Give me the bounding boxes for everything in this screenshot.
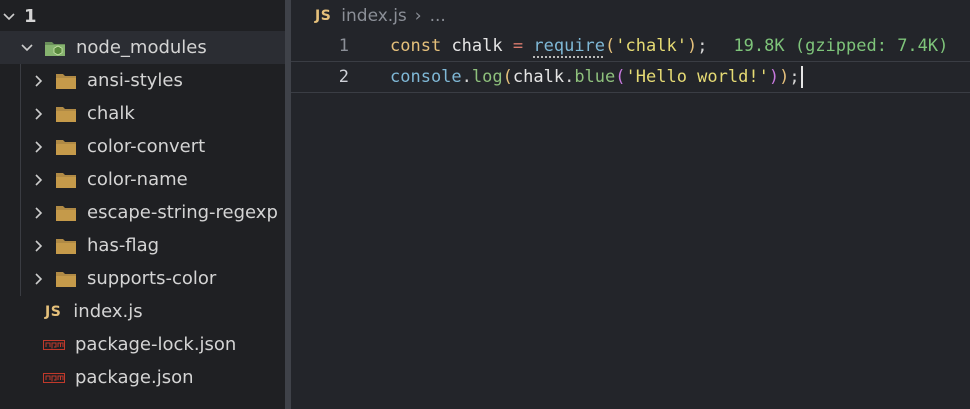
import-cost-hint: 19.8K (gzipped: 7.4K) bbox=[733, 36, 949, 56]
token-dot: . bbox=[564, 67, 575, 87]
js-file-icon: JS bbox=[315, 8, 332, 24]
breadcrumb-file[interactable]: index.js bbox=[341, 6, 407, 26]
tree-folder[interactable]: supports-color bbox=[0, 262, 285, 295]
token-keyword: const bbox=[390, 36, 442, 56]
chevron-right-icon bbox=[31, 206, 45, 220]
token-method: log bbox=[471, 67, 503, 87]
tree-file-package-lock-json[interactable]: package-lock.json bbox=[0, 328, 285, 361]
tree-folder[interactable]: color-name bbox=[0, 163, 285, 196]
tree-item-label: ansi-styles bbox=[87, 70, 183, 91]
tree-item-label: index.js bbox=[73, 301, 143, 322]
folder-icon bbox=[55, 204, 77, 222]
tree-folder[interactable]: ansi-styles bbox=[0, 64, 285, 97]
tree-file-index-js[interactable]: JS index.js bbox=[0, 295, 285, 328]
code-editor[interactable]: JS index.js › ... 1 const chalk = requir… bbox=[291, 0, 970, 409]
tree-file-package-json[interactable]: package.json bbox=[0, 361, 285, 394]
token-paren: ( bbox=[605, 36, 616, 56]
line-number: 2 bbox=[338, 67, 349, 87]
folder-icon bbox=[55, 105, 77, 123]
line-number: 1 bbox=[338, 36, 349, 56]
token-paren: ( bbox=[502, 67, 513, 87]
breadcrumb-more[interactable]: ... bbox=[430, 6, 446, 26]
chevron-right-icon bbox=[31, 173, 45, 187]
folder-icon bbox=[55, 138, 77, 156]
token-function[interactable]: require bbox=[533, 36, 605, 56]
folder-icon bbox=[55, 171, 77, 189]
tree-item-label: color-convert bbox=[87, 136, 206, 157]
tree-item-label: chalk bbox=[87, 103, 135, 124]
token-variable: chalk bbox=[512, 67, 565, 87]
token-paren: ) bbox=[686, 36, 698, 56]
token-variable: chalk bbox=[451, 36, 503, 56]
tree-item-label: package-lock.json bbox=[75, 334, 237, 355]
token-object: console bbox=[390, 67, 462, 87]
chevron-right-icon bbox=[31, 272, 45, 286]
token-semicolon: ; bbox=[789, 67, 800, 87]
code-line[interactable]: 1 const chalk = require('chalk'); 19.8K (… bbox=[291, 30, 970, 62]
breadcrumb: JS index.js › ... bbox=[315, 5, 446, 27]
folder-icon bbox=[55, 72, 77, 90]
tree-item-label: node_modules bbox=[76, 37, 207, 58]
tree-folder-node-modules[interactable]: node_modules bbox=[0, 31, 285, 64]
breadcrumb-separator: › bbox=[414, 6, 422, 26]
tree-item-label: has-flag bbox=[87, 235, 160, 256]
tree-item-label: supports-color bbox=[87, 268, 217, 289]
tree-item-label: package.json bbox=[75, 367, 194, 388]
text-cursor bbox=[800, 66, 803, 88]
token-paren: ) bbox=[779, 67, 790, 87]
code-content: console. log(chalk. blue('Hello world!')); bbox=[390, 66, 803, 88]
folder-icon bbox=[55, 270, 77, 288]
chevron-down-icon bbox=[20, 41, 34, 55]
tree-root-label: 1 bbox=[24, 6, 37, 27]
token-operator: = bbox=[512, 36, 524, 56]
tree-folder[interactable]: has-flag bbox=[0, 229, 285, 262]
token-semicolon: ; bbox=[697, 36, 708, 56]
chevron-right-icon bbox=[31, 74, 45, 88]
token-paren: ) bbox=[768, 67, 780, 87]
tree-root-folder[interactable]: 1 bbox=[0, 0, 285, 33]
js-file-icon: JS bbox=[45, 303, 62, 320]
vscode-window: 1 node_modules ansi-styles chalk color-c… bbox=[0, 0, 970, 409]
npm-file-icon bbox=[43, 372, 65, 383]
code-line-current[interactable]: 2 console. log(chalk. blue('Hello world!')… bbox=[291, 61, 970, 93]
token-string: 'Hello world!' bbox=[625, 67, 769, 87]
tree-folder[interactable]: color-convert bbox=[0, 130, 285, 163]
token-method: blue bbox=[574, 67, 616, 87]
token-paren: ( bbox=[615, 67, 626, 87]
token-dot: . bbox=[461, 67, 472, 87]
tree-folder[interactable]: chalk bbox=[0, 97, 285, 130]
chevron-right-icon bbox=[31, 140, 45, 154]
chevron-right-icon bbox=[31, 239, 45, 253]
explorer-sidebar: 1 node_modules ansi-styles chalk color-c… bbox=[0, 0, 285, 409]
npm-file-icon bbox=[43, 339, 65, 350]
folder-icon bbox=[55, 237, 77, 255]
chevron-down-icon bbox=[2, 10, 16, 24]
tree-folder[interactable]: escape-string-regexp bbox=[0, 196, 285, 229]
code-content: const chalk = require('chalk'); 19.8K (gz… bbox=[390, 36, 948, 56]
token-string: 'chalk' bbox=[615, 36, 687, 56]
chevron-right-icon bbox=[31, 107, 45, 121]
tree-item-label: escape-string-regexp bbox=[87, 202, 278, 223]
node-modules-folder-icon bbox=[44, 39, 66, 57]
tree-item-label: color-name bbox=[87, 169, 188, 190]
